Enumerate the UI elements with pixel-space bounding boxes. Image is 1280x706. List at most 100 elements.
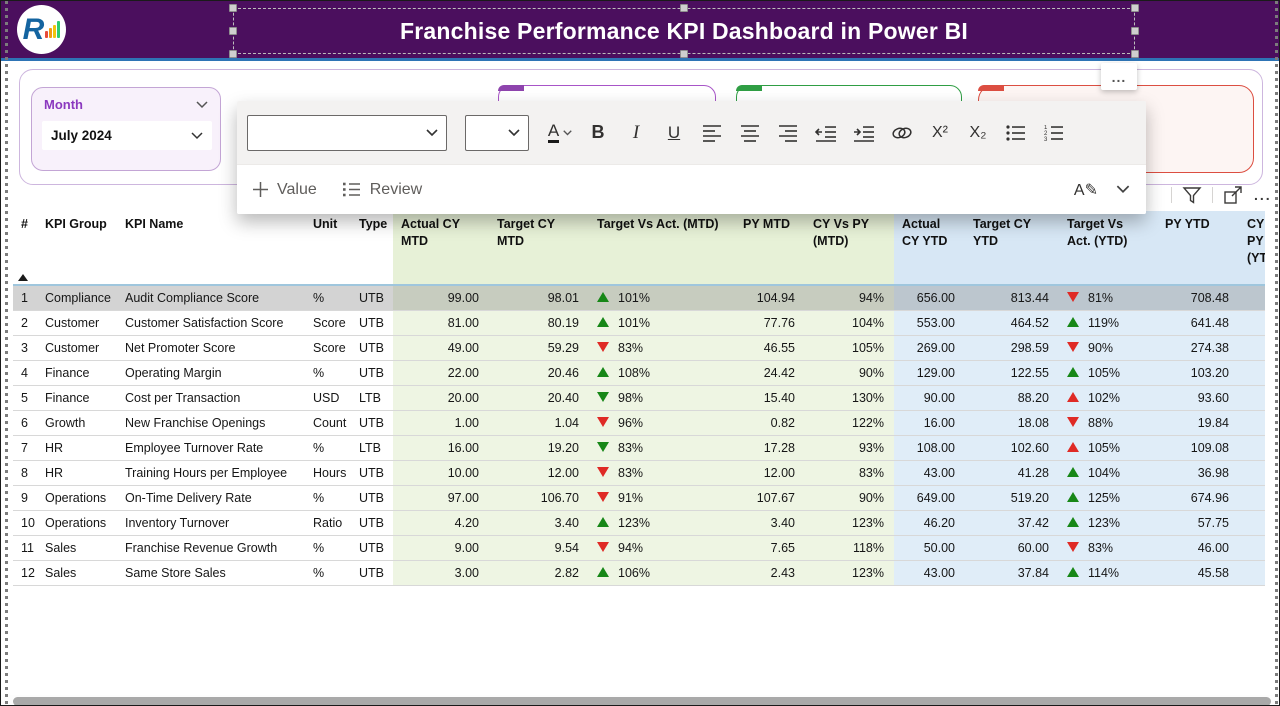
table-row[interactable]: 12SalesSame Store Sales%UTB3.002.82106%2…	[13, 560, 1265, 585]
chevron-down-icon	[191, 132, 203, 140]
column-header[interactable]: Type	[351, 211, 393, 285]
table-cell: 16.00	[393, 435, 489, 460]
selection-handle[interactable]	[229, 50, 237, 58]
table-cell: 3.00	[393, 560, 489, 585]
review-label: Review	[370, 181, 422, 199]
filter-icon[interactable]	[1182, 186, 1202, 205]
table-row[interactable]: 5FinanceCost per TransactionUSDLTB20.002…	[13, 385, 1265, 410]
card-accent	[736, 85, 762, 91]
chevron-down-icon[interactable]	[196, 101, 208, 109]
column-header[interactable]: KPI Name	[117, 211, 305, 285]
more-options-button[interactable]: ...	[1101, 63, 1137, 90]
table-cell: 41.28	[965, 460, 1059, 485]
superscript-button[interactable]: X²	[923, 116, 957, 150]
kpi-down-arrow-icon	[1067, 542, 1079, 552]
selection-handle[interactable]	[1131, 27, 1139, 35]
table-cell: Finance	[37, 360, 117, 385]
table-cell: UTB	[351, 335, 393, 360]
column-header[interactable]: Actual CY MTD	[393, 211, 489, 285]
selection-handle[interactable]	[1131, 50, 1139, 58]
table-row[interactable]: 6GrowthNew Franchise OpeningsCountUTB1.0…	[13, 410, 1265, 435]
add-value-button[interactable]: Value	[253, 181, 317, 199]
selection-handle[interactable]	[229, 4, 237, 12]
selection-handle[interactable]	[680, 4, 688, 12]
table-cell: UTB	[351, 510, 393, 535]
table-row[interactable]: 3CustomerNet Promoter ScoreScoreUTB49.00…	[13, 335, 1265, 360]
focus-mode-icon[interactable]	[1223, 185, 1244, 205]
column-header[interactable]: PY MTD	[735, 211, 805, 285]
selection-handle[interactable]	[229, 27, 237, 35]
table-cell: %	[305, 485, 351, 510]
align-right-button[interactable]	[771, 116, 805, 150]
table-cell: 10.00	[393, 460, 489, 485]
kpi-up-arrow-icon	[597, 317, 609, 327]
subscript-button[interactable]: X₂	[961, 116, 995, 150]
column-header[interactable]: CY Vs PY (MTD)	[805, 211, 894, 285]
table-row[interactable]: 1ComplianceAudit Compliance Score%UTB99.…	[13, 285, 1265, 310]
font-size-dropdown[interactable]	[465, 115, 529, 151]
selection-handle[interactable]	[680, 50, 688, 58]
table-cell: 83%	[1059, 535, 1157, 560]
text-style-icon[interactable]: A✎	[1074, 180, 1098, 200]
numbered-list-button[interactable]: 123	[1037, 116, 1071, 150]
table-cell: 102.60	[965, 435, 1059, 460]
table-row[interactable]: 11SalesFranchise Revenue Growth%UTB9.009…	[13, 535, 1265, 560]
table-cell: 57.75	[1157, 510, 1239, 535]
selection-dotted-border-left	[5, 1, 8, 706]
bold-button[interactable]: B	[581, 116, 615, 150]
visual-more-options-button[interactable]: ...	[1254, 187, 1272, 203]
horizontal-scrollbar[interactable]	[1, 695, 1280, 706]
column-header[interactable]: KPI Group	[37, 211, 117, 285]
font-color-button[interactable]: A	[543, 116, 577, 150]
table-cell: LTB	[351, 385, 393, 410]
bullet-list-button[interactable]	[999, 116, 1033, 150]
kpi-table-visual[interactable]: #KPI GroupKPI NameUnitTypeActual CY MTDT…	[13, 211, 1265, 693]
table-row[interactable]: 2CustomerCustomer Satisfaction ScoreScor…	[13, 310, 1265, 335]
chevron-down-icon[interactable]	[1116, 185, 1130, 194]
underline-button[interactable]: U	[657, 116, 691, 150]
column-header[interactable]: Target CY YTD	[965, 211, 1059, 285]
table-row[interactable]: 7HREmployee Turnover Rate%LTB16.0019.208…	[13, 435, 1265, 460]
table-cell: 708.48	[1157, 285, 1239, 310]
table-cell: 99.00	[393, 285, 489, 310]
table-cell: 105%	[1059, 435, 1157, 460]
column-header[interactable]: #	[13, 211, 37, 285]
table-cell: 101%	[589, 310, 735, 335]
table-cell: 93%	[805, 435, 894, 460]
column-header[interactable]: CY Vs PY (YTD)	[1239, 211, 1265, 285]
plus-icon	[253, 182, 268, 197]
table-cell: 24.42	[735, 360, 805, 385]
column-header[interactable]: PY YTD	[1157, 211, 1239, 285]
increase-indent-button[interactable]	[847, 116, 881, 150]
table-row[interactable]: 4FinanceOperating Margin%UTB22.0020.4610…	[13, 360, 1265, 385]
column-header[interactable]: Target Vs Act. (YTD)	[1059, 211, 1157, 285]
column-header[interactable]: Target Vs Act. (MTD)	[589, 211, 735, 285]
decrease-indent-button[interactable]	[809, 116, 843, 150]
scrollbar-thumb[interactable]	[13, 697, 1271, 706]
column-header[interactable]: Unit	[305, 211, 351, 285]
table-cell: 5	[13, 385, 37, 410]
italic-button[interactable]: I	[619, 116, 653, 150]
table-cell: UTB	[351, 310, 393, 335]
align-left-button[interactable]	[695, 116, 729, 150]
table-row[interactable]: 10OperationsInventory TurnoverRatioUTB4.…	[13, 510, 1265, 535]
title-textbox-selection[interactable]: Franchise Performance KPI Dashboard in P…	[233, 8, 1135, 54]
hyperlink-icon[interactable]	[885, 116, 919, 150]
column-header[interactable]: Actual CY YTD	[894, 211, 965, 285]
review-button[interactable]: Review	[343, 181, 422, 199]
font-name-dropdown[interactable]	[247, 115, 447, 151]
table-row[interactable]: 8HRTraining Hours per EmployeeHoursUTB10…	[13, 460, 1265, 485]
month-dropdown[interactable]: July 2024	[42, 121, 212, 150]
table-cell: 3.40	[489, 510, 589, 535]
table-cell: 1.04	[489, 410, 589, 435]
selection-handle[interactable]	[1131, 4, 1139, 12]
table-cell: 1.00	[393, 410, 489, 435]
table-cell: 101%	[589, 285, 735, 310]
table-cell: 674.96	[1157, 485, 1239, 510]
table-cell: 298.59	[965, 335, 1059, 360]
table-cell: 49.00	[393, 335, 489, 360]
column-header[interactable]: Target CY MTD	[489, 211, 589, 285]
text-format-toolbar: A B I U X² X₂	[237, 101, 1146, 214]
align-center-button[interactable]	[733, 116, 767, 150]
table-row[interactable]: 9OperationsOn-Time Delivery Rate%UTB97.0…	[13, 485, 1265, 510]
